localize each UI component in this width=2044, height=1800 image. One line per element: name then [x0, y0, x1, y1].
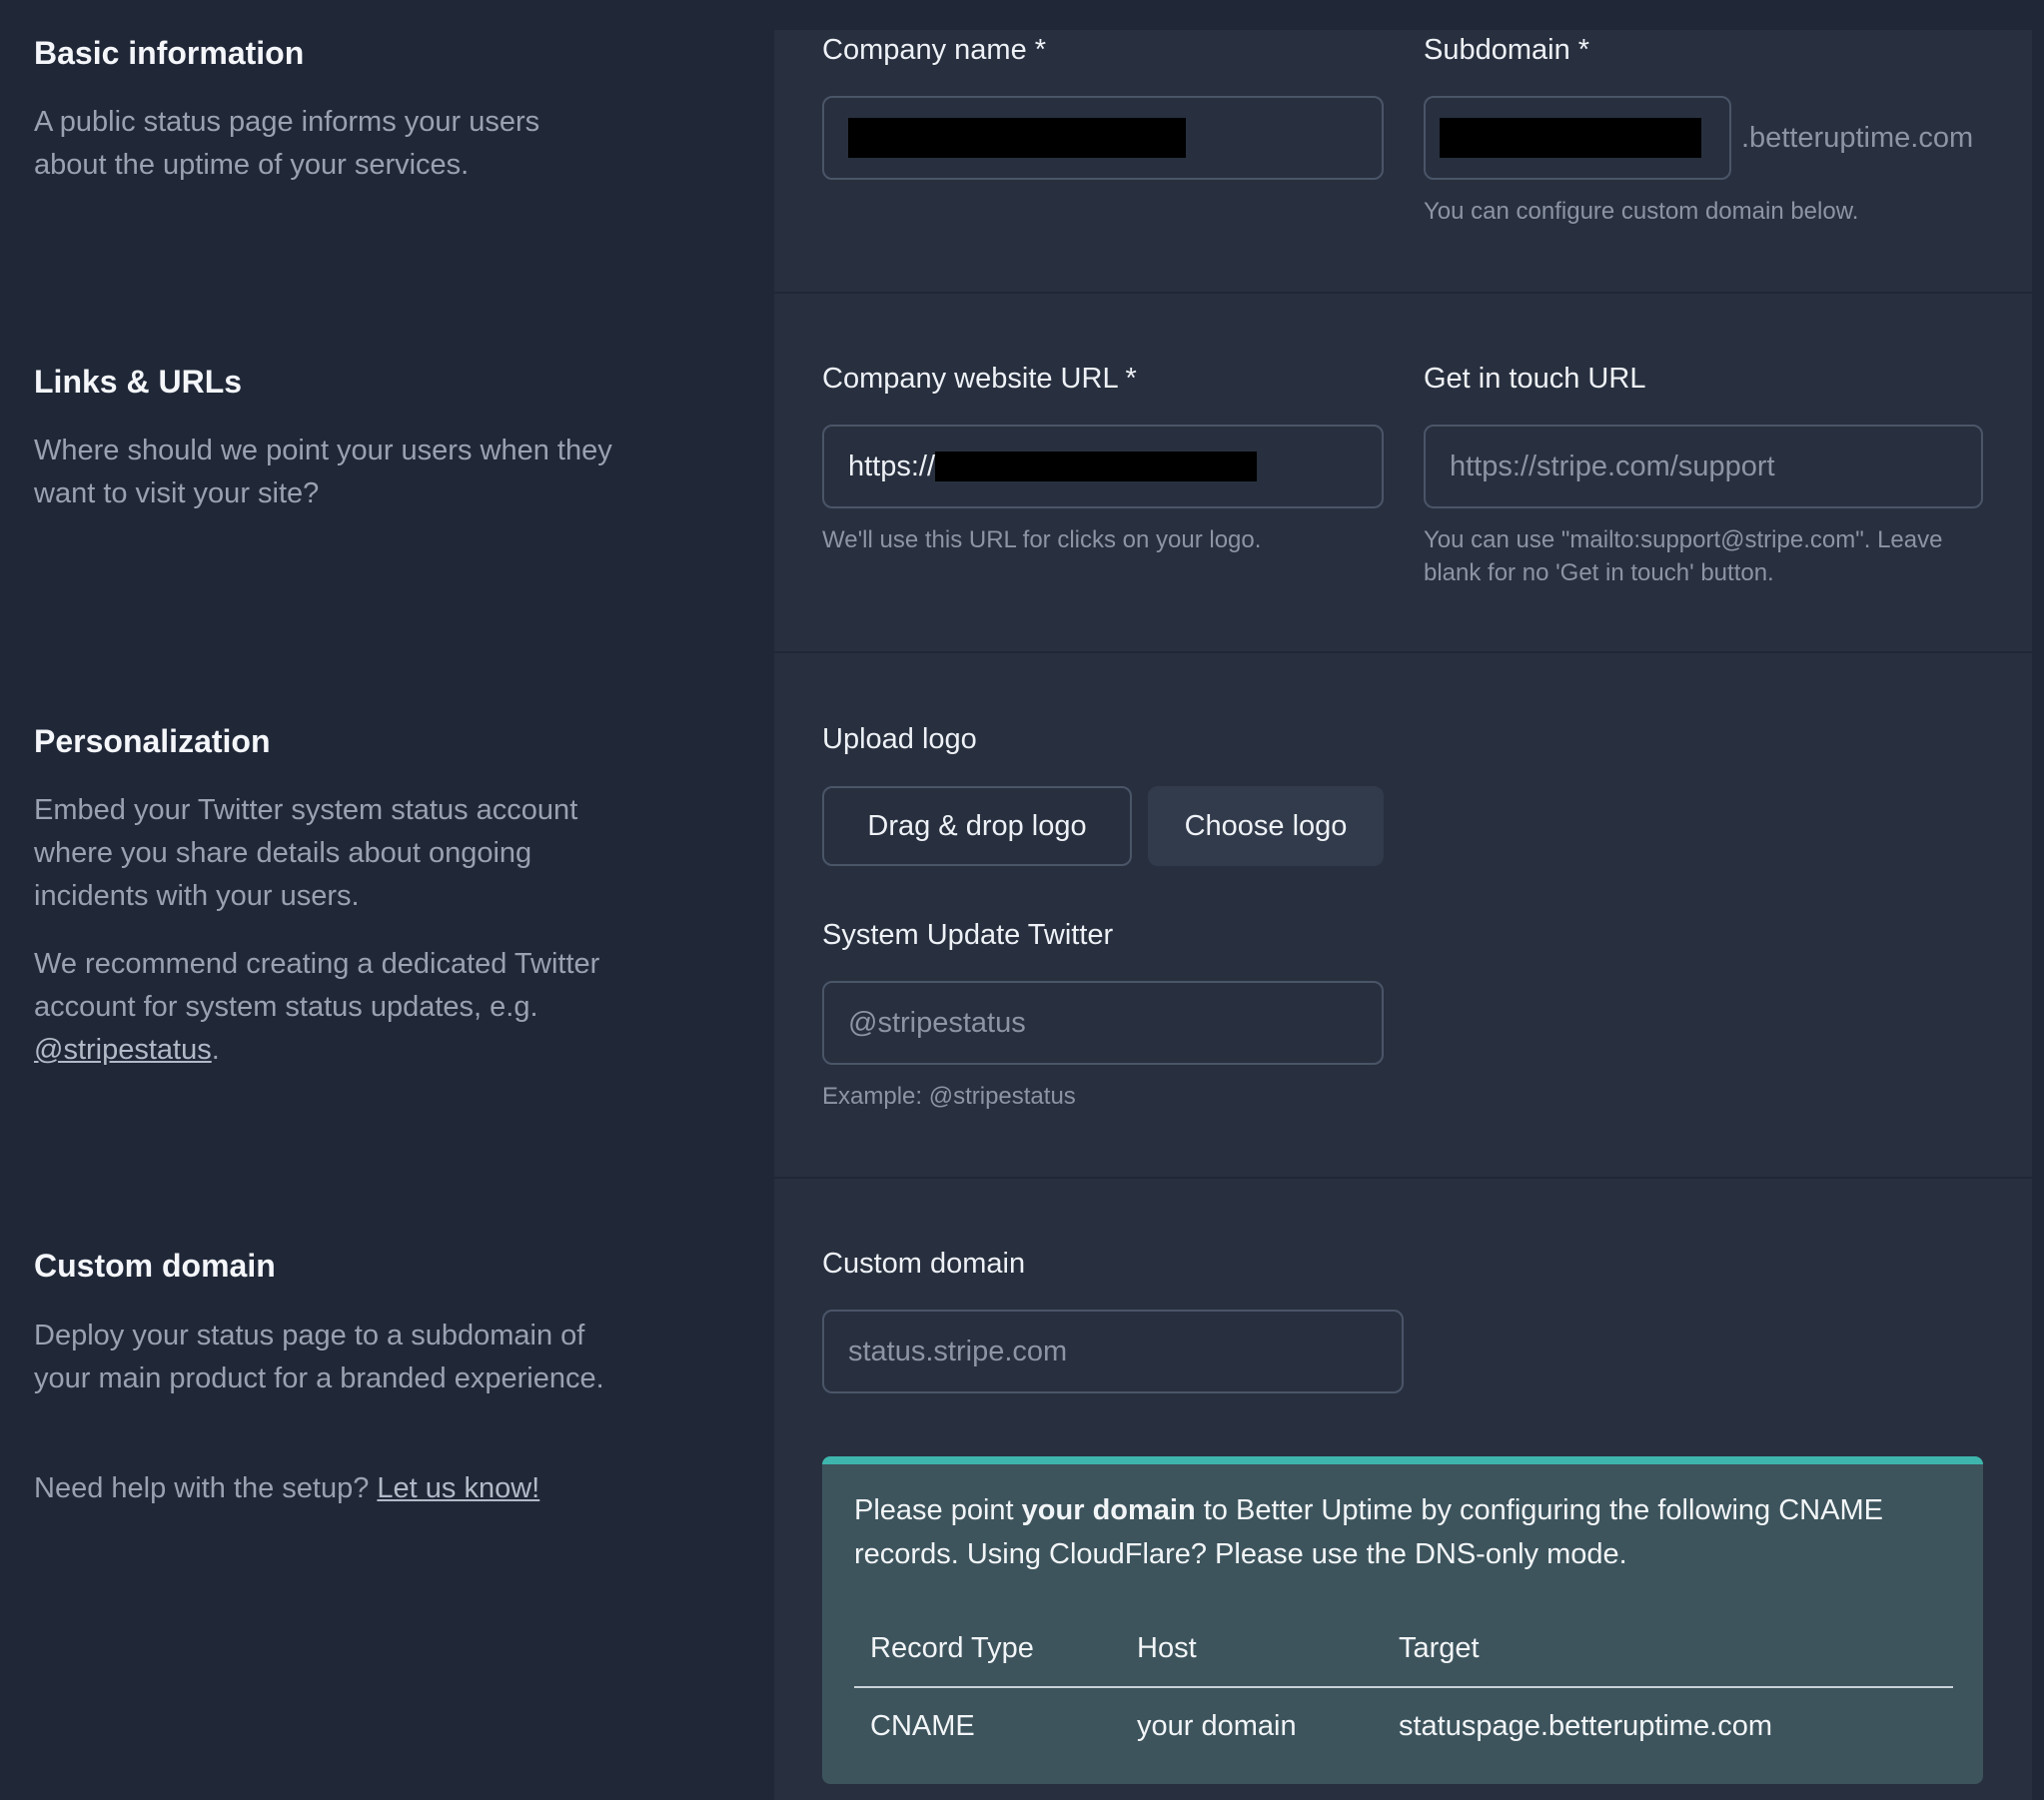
section-divider — [774, 651, 2032, 653]
recommendation-suffix: . — [211, 1034, 220, 1066]
custom-domain-help: Need help with the setup? Let us know! — [34, 1467, 633, 1510]
section-divider — [774, 292, 2032, 294]
twitter-handle-input[interactable]: @stripestatus — [822, 981, 1384, 1065]
dns-records-table: Record Type Host Target CNAME your domai… — [854, 1610, 1953, 1764]
company-website-url-label: Company website URL * — [822, 363, 1137, 395]
company-website-url-input[interactable]: https:// — [822, 425, 1384, 508]
subdomain-input[interactable] — [1424, 96, 1731, 180]
company-name-label: Company name * — [822, 34, 1047, 66]
input-placeholder: @stripestatus — [848, 1006, 1026, 1039]
input-placeholder: status.stripe.com — [848, 1335, 1068, 1367]
get-in-touch-url-input[interactable]: https://stripe.com/support — [1424, 425, 1983, 508]
custom-domain-description: Deploy your status page to a subdomain o… — [34, 1320, 604, 1394]
upload-logo-label: Upload logo — [822, 723, 977, 755]
dns-text-bold: your domain — [1021, 1494, 1196, 1526]
dns-instructions-text: Please point your domain to Better Uptim… — [854, 1488, 1953, 1576]
recommendation-text: We recommend creating a dedicated Twitte… — [34, 948, 600, 1023]
choose-logo-button[interactable]: Choose logo — [1148, 786, 1384, 866]
personalization-recommendation: We recommend creating a dedicated Twitte… — [34, 943, 633, 1072]
get-in-touch-url-label: Get in touch URL — [1424, 363, 1646, 395]
custom-domain-label: Custom domain — [822, 1248, 1026, 1280]
let-us-know-link[interactable]: Let us know! — [377, 1472, 539, 1504]
company-name-input[interactable] — [822, 96, 1384, 180]
target-cell: statuspage.betteruptime.com — [1399, 1709, 1772, 1742]
column-header: Host — [1121, 1610, 1383, 1688]
table-header-row: Record Type Host Target — [854, 1610, 1953, 1688]
personalization-description: Embed your Twitter system status account… — [34, 794, 578, 912]
record-type-cell: CNAME — [870, 1709, 975, 1742]
stripestatus-link[interactable]: @stripestatus — [34, 1034, 212, 1066]
redacted-value — [848, 118, 1186, 158]
redacted-value — [1440, 118, 1701, 158]
dns-text-before: Please point — [854, 1494, 1022, 1526]
links-urls-description: Where should we point your users when th… — [34, 435, 612, 509]
url-prefix: https:// — [848, 450, 936, 482]
dns-instructions-box: Please point your domain to Better Uptim… — [822, 1456, 1983, 1784]
subdomain-suffix: .betteruptime.com — [1741, 122, 1974, 154]
column-header: Target — [1383, 1610, 1953, 1688]
get-in-touch-url-help: You can use "mailto:support@stripe.com".… — [1424, 526, 1943, 586]
host-cell: your domain — [1137, 1709, 1297, 1742]
table-row: CNAME your domain statuspage.betteruptim… — [854, 1687, 1953, 1764]
section-divider — [774, 1177, 2032, 1179]
system-update-twitter-label: System Update Twitter — [822, 919, 1114, 951]
basic-info-title: Basic information — [34, 35, 305, 71]
logo-dropzone[interactable]: Drag & drop logo — [822, 786, 1132, 866]
redacted-value — [935, 451, 1258, 481]
section-descriptions: Basic information A public status page i… — [0, 0, 774, 1800]
subdomain-label: Subdomain * — [1424, 34, 1590, 66]
custom-domain-input[interactable]: status.stripe.com — [822, 1310, 1404, 1393]
custom-domain-title: Custom domain — [34, 1248, 276, 1284]
input-placeholder: https://stripe.com/support — [1450, 450, 1775, 482]
column-header: Record Type — [854, 1610, 1121, 1688]
subdomain-help: You can configure custom domain below. — [1424, 198, 1859, 225]
personalization-title: Personalization — [34, 723, 271, 759]
twitter-help: Example: @stripestatus — [822, 1083, 1076, 1110]
company-website-url-help: We'll use this URL for clicks on your lo… — [822, 526, 1262, 553]
links-urls-title: Links & URLs — [34, 364, 243, 400]
help-text: Need help with the setup? — [34, 1472, 378, 1504]
basic-info-description: A public status page informs your users … — [34, 106, 540, 181]
